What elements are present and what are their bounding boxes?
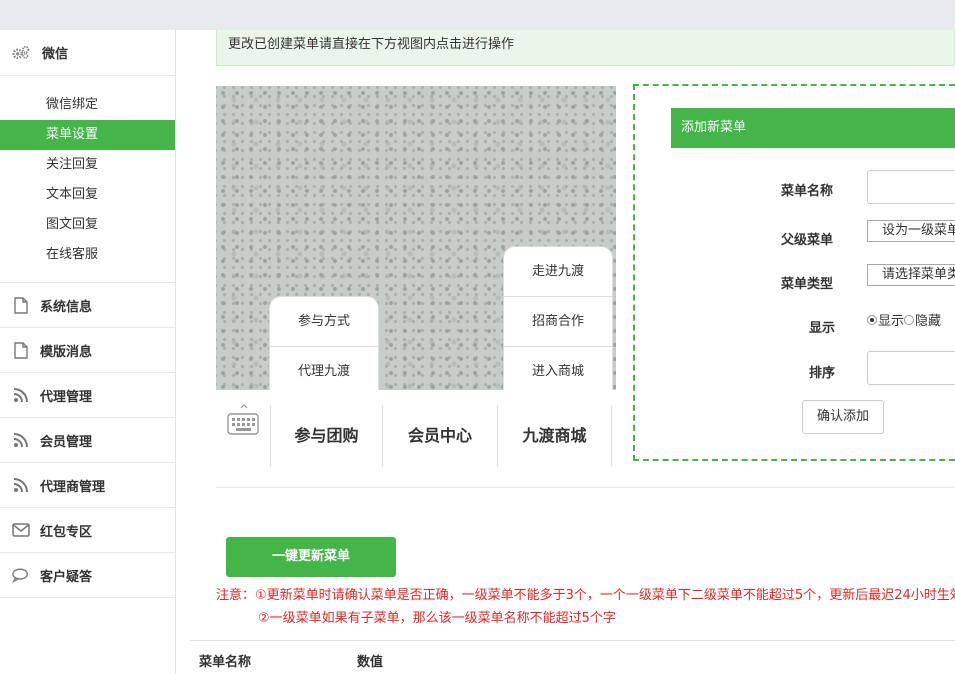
sidebar-item-system-info[interactable]: 系统信息 (0, 283, 175, 328)
sidebar-item-label: 会员管理 (40, 434, 93, 450)
sidebar-item-label: 代理管理 (40, 389, 93, 405)
menu-type-select[interactable]: 请选择菜单类型 (867, 264, 955, 286)
submenu-item[interactable]: 进入商城 (504, 347, 612, 390)
column-header-menu-name: 菜单名称 (199, 655, 252, 670)
sidebar-item-agent-mgmt[interactable]: 代理管理 (0, 373, 175, 418)
menu-type-label: 菜单类型 (781, 277, 834, 292)
sidebar: 微信 微信绑定 菜单设置 关注回复 文本回复 图文回复 在线客服 系统信息 模版… (0, 30, 176, 674)
document-icon (12, 341, 30, 359)
sidebar-item-label: 代理商管理 (40, 479, 106, 495)
top-bar (0, 0, 955, 30)
sidebar-item-wechat-bind[interactable]: 微信绑定 (0, 90, 175, 120)
wechat-preview-background: 参与方式 代理九渡 走进九渡 招商合作 进入商城 (216, 86, 616, 390)
submenu-item[interactable]: 参与方式 (270, 297, 378, 347)
submenu-popup-left: 参与方式 代理九渡 (269, 296, 379, 390)
warning-line-2: ②一级菜单如果有子菜单，那么该一级菜单名称不能超过5个字 (258, 611, 616, 626)
divider (216, 487, 955, 488)
parent-menu-label: 父级菜单 (781, 233, 834, 248)
sidebar-item-label: 红包专区 (40, 524, 93, 540)
sidebar-item-menu-settings[interactable]: 菜单设置 (0, 120, 175, 150)
radio-show-label: 显示 (878, 314, 905, 329)
menu-button-group-buy[interactable]: 参与团购 (270, 406, 382, 466)
sidebar-section-wechat[interactable]: 微信 (0, 30, 175, 76)
gears-icon (12, 44, 30, 62)
order-input[interactable] (867, 351, 955, 385)
parent-menu-select[interactable]: 设为一级菜单 (867, 220, 955, 242)
column-header-value: 数值 (357, 655, 384, 670)
rss-icon (12, 431, 30, 449)
radio-hide[interactable] (904, 314, 915, 325)
sidebar-item-news-reply[interactable]: 图文回复 (0, 210, 175, 240)
submenu-popup-right: 走进九渡 招商合作 进入商城 (503, 246, 613, 390)
sidebar-item-red-packet[interactable]: 红包专区 (0, 508, 175, 553)
submenu-item[interactable]: 招商合作 (504, 297, 612, 347)
sidebar-item-label: 客户疑答 (40, 569, 93, 585)
radio-hide-label: 隐藏 (915, 314, 942, 329)
submenu-item[interactable]: 代理九渡 (270, 347, 378, 390)
add-menu-panel: 添加新菜单 菜单名称 父级菜单 设为一级菜单 菜单类型 请选择菜单类型 显示 显… (633, 84, 955, 461)
sidebar-item-online-service[interactable]: 在线客服 (0, 240, 175, 270)
display-radio-group: 显示 隐藏 (867, 310, 941, 329)
sidebar-item-text-reply[interactable]: 文本回复 (0, 180, 175, 210)
confirm-add-button[interactable]: 确认添加 (802, 400, 884, 434)
menu-button-mall[interactable]: 九渡商城 (497, 406, 612, 466)
sidebar-item-follow-reply[interactable]: 关注回复 (0, 150, 175, 180)
sidebar-item-dealer-mgmt[interactable]: 代理商管理 (0, 463, 175, 508)
table-divider (190, 640, 955, 641)
sidebar-section-label: 微信 (42, 47, 69, 62)
submenu-item[interactable]: 走进九渡 (504, 247, 612, 297)
order-label: 排序 (809, 366, 836, 381)
rss-icon (12, 476, 30, 494)
keyboard-icon[interactable] (226, 404, 262, 436)
menu-name-label: 菜单名称 (781, 184, 834, 199)
chat-icon (12, 566, 30, 584)
menu-button-member-center[interactable]: 会员中心 (382, 406, 497, 466)
sidebar-subnav: 微信绑定 菜单设置 关注回复 文本回复 图文回复 在线客服 (0, 76, 175, 283)
sidebar-item-member-mgmt[interactable]: 会员管理 (0, 418, 175, 463)
sidebar-item-template-msg[interactable]: 模版消息 (0, 328, 175, 373)
sidebar-item-customer-qa[interactable]: 客户疑答 (0, 553, 175, 598)
rss-icon (12, 386, 30, 404)
radio-show[interactable] (867, 314, 877, 325)
document-icon (12, 296, 30, 314)
menu-name-input[interactable] (867, 170, 955, 204)
envelope-icon (12, 521, 30, 539)
add-menu-title: 添加新菜单 (671, 108, 955, 148)
sidebar-item-label: 系统信息 (40, 299, 93, 315)
display-label: 显示 (809, 321, 836, 336)
wechat-menu-bar: 参与团购 会员中心 九渡商城 (216, 390, 616, 466)
update-menu-button[interactable]: 一键更新菜单 (226, 537, 396, 577)
notice-banner: 更改已创建菜单请直接在下方视图内点击进行操作 (216, 30, 955, 66)
warning-line-1: 注意：①更新菜单时请确认菜单是否正确，一级菜单不能多于3个，一个一级菜单下二级菜… (216, 588, 955, 603)
sidebar-item-label: 模版消息 (40, 344, 93, 360)
